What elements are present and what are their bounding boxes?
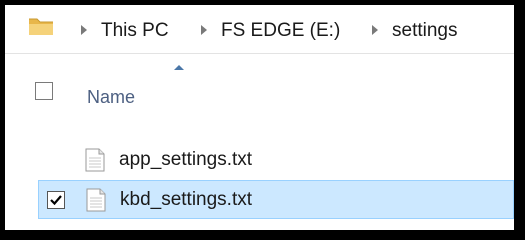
breadcrumb-drive[interactable]: FS EDGE (E:) [221, 20, 340, 42]
name-column-header[interactable]: Name [87, 87, 135, 108]
checkmark-icon [50, 195, 62, 206]
address-bar[interactable]: This PC FS EDGE (E:) settings [5, 5, 514, 54]
breadcrumb-separator-icon[interactable] [201, 25, 207, 35]
text-file-icon [86, 188, 106, 212]
breadcrumb-this-pc[interactable]: This PC [101, 20, 169, 42]
folder-icon [27, 15, 55, 37]
text-file-icon [85, 148, 105, 172]
breadcrumb-separator-icon[interactable] [372, 25, 378, 35]
file-name: app_settings.txt [119, 149, 253, 170]
breadcrumb-separator-icon[interactable] [81, 25, 87, 35]
file-checkbox[interactable] [47, 191, 65, 209]
file-row-kbd-settings[interactable]: kbd_settings.txt [38, 180, 514, 219]
breadcrumb-settings[interactable]: settings [392, 20, 457, 42]
sort-ascending-icon [174, 65, 184, 70]
file-explorer-window: This PC FS EDGE (E:) settings Name app_s… [5, 5, 514, 230]
select-all-checkbox[interactable] [35, 82, 53, 100]
file-name: kbd_settings.txt [120, 189, 253, 210]
file-row-app-settings[interactable]: app_settings.txt [38, 141, 514, 180]
